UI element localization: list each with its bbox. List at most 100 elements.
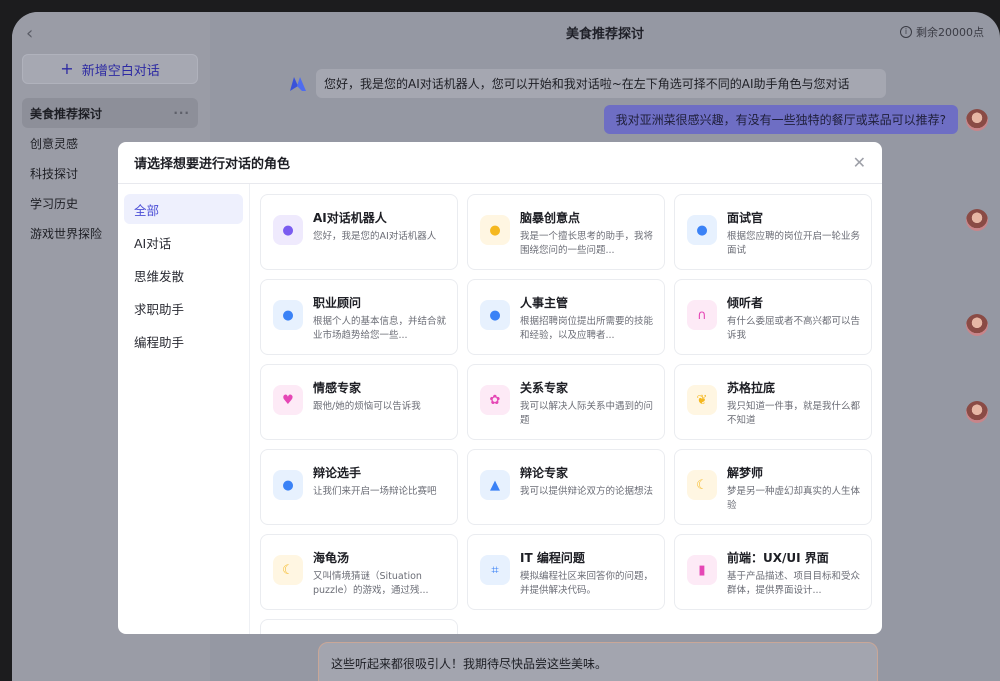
- role-card[interactable]: ∩ 倾听者有什么委屈或者不高兴都可以告诉我: [674, 279, 872, 355]
- topbar: 美食推荐探讨 i 剩余20000点: [210, 12, 1000, 52]
- role-card-text: 海龟汤又叫情境猜谜（Situation puzzle）的游戏，通过残...: [313, 549, 447, 599]
- close-icon[interactable]: ✕: [853, 153, 866, 172]
- role-card[interactable]: ▮ 前端：UX/UI 界面 基于产品描述、项目目标和受众群体，提供界面设计...: [674, 534, 872, 610]
- new-chat-button[interactable]: + 新增空白对话: [22, 54, 198, 84]
- role-card[interactable]: ● 脑暴创意点 我是一个擅长思考的助手，我将围绕您问的一些问题...: [467, 194, 665, 270]
- role-name: 面试官: [727, 211, 764, 225]
- role-name: 解梦师: [727, 466, 764, 480]
- avatar: [966, 314, 988, 336]
- handshake-icon: ✿: [480, 385, 510, 415]
- role-card-text: IT 编程问题 模拟编程社区来回答你的问题，并提供解决代码。: [520, 549, 654, 599]
- role-card[interactable]: ● 辩论选手让我们来开启一场辩论比赛吧: [260, 449, 458, 525]
- person-icon: ●: [273, 300, 303, 330]
- role-card[interactable]: [260, 619, 458, 634]
- role-card-text: 辩论专家 我可以提供辩论双方的论据想法: [520, 464, 653, 514]
- role-desc: 梦是另一种虚幻却真实的人生体验: [727, 486, 861, 511]
- role-card[interactable]: ✿ 关系专家我可以解决人际关系中遇到的问题: [467, 364, 665, 440]
- role-name: 苏格拉底: [727, 381, 776, 395]
- role-desc: 我可以提供辩论双方的论据想法: [520, 486, 654, 497]
- role-card[interactable]: ● 人事主管根据招聘岗位提出所需要的技能和经验，以及应聘者...: [467, 279, 665, 355]
- category-tab[interactable]: 求职助手: [124, 293, 243, 323]
- role-desc: 根据个人的基本信息，并结合就业市场趋势给您一些...: [313, 316, 447, 341]
- debater-icon: ●: [273, 470, 303, 500]
- role-name: 前端：UX/UI 界面: [727, 551, 829, 565]
- category-tab[interactable]: 思维发散: [124, 260, 243, 290]
- role-desc: 又叫情境猜谜（Situation puzzle）的游戏，通过残...: [313, 571, 429, 596]
- role-card-text: 苏格拉底 我只知道一件事，就是我什么都不知道: [727, 379, 861, 429]
- role-name: 关系专家: [520, 381, 569, 395]
- role-name: AI对话机器人: [313, 211, 387, 225]
- role-card[interactable]: ❦ 苏格拉底 我只知道一件事，就是我什么都不知道: [674, 364, 872, 440]
- heart-icon: ♥: [273, 385, 303, 415]
- role-desc: 基于产品描述、项目目标和受众群体，提供界面设计...: [727, 571, 861, 596]
- page-title: 美食推荐探讨: [565, 26, 644, 42]
- message-input[interactable]: 这些听起来都很吸引人！我期待尽快品尝这些美味。: [318, 642, 878, 681]
- role-card[interactable]: ⌗ IT 编程问题 模拟编程社区来回答你的问题，并提供解决代码。: [467, 534, 665, 610]
- role-grid: ● AI对话机器人 您好，我是您的AI对话机器人 ● 脑暴创意点 我是一个擅长思考的助手，…: [260, 194, 874, 634]
- new-chat-label: 新增空白对话: [81, 63, 160, 79]
- back-icon[interactable]: ‹: [26, 24, 46, 44]
- moon-icon: ☾: [687, 470, 717, 500]
- avatar: [966, 209, 988, 231]
- bot-message: 您好，我是您的AI对话机器人，您可以开始和我对话啦~在左下角选可择不同的AI助手…: [290, 69, 886, 98]
- role-card-text: 脑暴创意点 我是一个擅长思考的助手，我将围绕您问的一些问题...: [520, 209, 654, 259]
- role-card[interactable]: ▲ 辩论专家 我可以提供辩论双方的论据想法: [467, 449, 665, 525]
- modal-header: 请选择想要进行对话的角色 ✕: [118, 142, 882, 184]
- role-card[interactable]: ● AI对话机器人 您好，我是您的AI对话机器人: [260, 194, 458, 270]
- role-name: 辩论选手: [313, 466, 362, 480]
- conversation-label: 创意灵感: [30, 136, 79, 151]
- role-desc: 有什么委屈或者不高兴都可以告诉我: [727, 316, 861, 341]
- role-card-text: AI对话机器人 您好，我是您的AI对话机器人: [313, 209, 436, 259]
- role-card-text: 前端：UX/UI 界面基于产品描述、项目目标和受众群体，提供界面设计...: [727, 549, 861, 599]
- role-card-text: 情感专家跟他/她的烦恼可以告诉我: [313, 379, 421, 429]
- category-nav: 全部 AI对话 思维发散 求职助手 编程助手: [118, 184, 250, 634]
- conversation-label: 科技探讨: [30, 166, 79, 181]
- role-name: 人事主管: [520, 296, 569, 310]
- conversation-label: 美食推荐探讨: [30, 106, 103, 121]
- role-card[interactable]: ♥ 情感专家跟他/她的烦恼可以告诉我: [260, 364, 458, 440]
- role-name: 海龟汤: [313, 551, 350, 565]
- conversation-label: 游戏世界探险: [30, 226, 103, 241]
- category-tab[interactable]: 全部: [124, 194, 243, 224]
- role-card[interactable]: ☾ 海龟汤又叫情境猜谜（Situation puzzle）的游戏，通过残...: [260, 534, 458, 610]
- role-card[interactable]: ● 面试官根据您应聘的岗位开启一轮业务面试: [674, 194, 872, 270]
- bot-logo-icon: [290, 76, 306, 91]
- role-name: 情感专家: [313, 381, 362, 395]
- lightbulb-icon: ●: [480, 215, 510, 245]
- role-card[interactable]: ☾ 解梦师梦是另一种虚幻却真实的人生体验: [674, 449, 872, 525]
- plus-icon: +: [60, 59, 74, 78]
- role-select-modal: 请选择想要进行对话的角色 ✕ 全部 AI对话 思维发散 求职助手 编程助手 ● A…: [118, 142, 882, 634]
- role-desc: 根据您应聘的岗位开启一轮业务面试: [727, 231, 861, 256]
- role-name: 职业顾问: [313, 296, 362, 310]
- role-card-text: 职业顾问根据个人的基本信息，并结合就业市场趋势给您一些...: [313, 294, 447, 344]
- conversation-item[interactable]: 美食推荐探讨 ···: [22, 98, 198, 128]
- user-message-text: 我对亚洲菜很感兴趣，有没有一些独特的餐厅或菜品可以推荐?: [603, 105, 958, 134]
- role-desc: 跟他/她的烦恼可以告诉我: [313, 401, 421, 412]
- person-icon: ●: [480, 300, 510, 330]
- category-tab[interactable]: AI对话: [124, 227, 243, 257]
- role-card-text: 面试官根据您应聘的岗位开启一轮业务面试: [727, 209, 861, 259]
- brain-icon: ❦: [687, 385, 717, 415]
- chat-bot-icon: ●: [273, 215, 303, 245]
- info-icon: i: [900, 26, 912, 38]
- role-name: IT 编程问题: [520, 551, 585, 565]
- conversation-label: 学习历史: [30, 196, 79, 211]
- role-card-text: 倾听者有什么委屈或者不高兴都可以告诉我: [727, 294, 861, 344]
- avatar: [966, 401, 988, 423]
- moon-icon: ☾: [273, 555, 303, 585]
- role-name: 倾听者: [727, 296, 764, 310]
- role-desc: 让我们来开启一场辩论比赛吧: [313, 486, 437, 497]
- role-desc: 我可以解决人际关系中遇到的问题: [520, 401, 654, 426]
- interviewer-icon: ●: [687, 215, 717, 245]
- role-desc: 根据招聘岗位提出所需要的技能和经验，以及应聘者...: [520, 316, 654, 341]
- role-card-text: 辩论选手让我们来开启一场辩论比赛吧: [313, 464, 437, 514]
- bot-message-text: 您好，我是您的AI对话机器人，您可以开始和我对话啦~在左下角选可择不同的AI助手…: [316, 69, 886, 98]
- role-card-text: 人事主管根据招聘岗位提出所需要的技能和经验，以及应聘者...: [520, 294, 654, 344]
- more-icon[interactable]: ···: [173, 106, 190, 120]
- code-icon: ⌗: [480, 555, 510, 585]
- category-tab[interactable]: 编程助手: [124, 326, 243, 356]
- user-message: 我对亚洲菜很感兴趣，有没有一些独特的餐厅或菜品可以推荐?: [603, 105, 988, 134]
- role-card[interactable]: ● 职业顾问根据个人的基本信息，并结合就业市场趋势给您一些...: [260, 279, 458, 355]
- role-card-text: 关系专家我可以解决人际关系中遇到的问题: [520, 379, 654, 429]
- headphones-icon: ∩: [687, 300, 717, 330]
